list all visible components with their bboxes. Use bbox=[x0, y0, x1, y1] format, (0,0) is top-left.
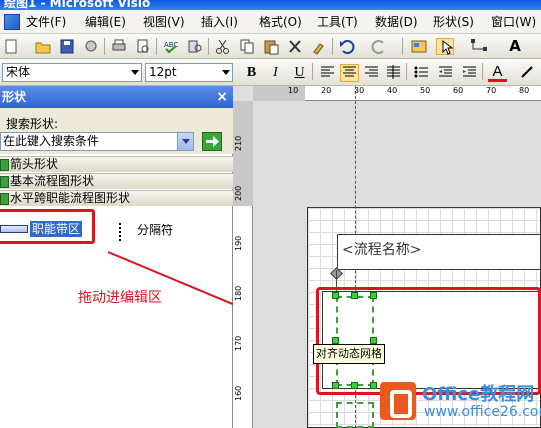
print-icon[interactable] bbox=[110, 38, 128, 55]
align-left-icon[interactable] bbox=[318, 64, 337, 82]
delete-icon[interactable] bbox=[286, 38, 304, 55]
highlight-box bbox=[316, 287, 541, 395]
menu-format[interactable]: 格式(O) bbox=[259, 13, 302, 31]
search-label: 搜索形状: bbox=[6, 117, 59, 131]
redo-icon[interactable] bbox=[370, 38, 388, 55]
functional-band-outline[interactable] bbox=[336, 402, 374, 428]
menu-edit[interactable]: 编辑(E) bbox=[85, 13, 126, 31]
menu-view[interactable]: 视图(V) bbox=[143, 13, 185, 31]
annotation-text: 拖动进编辑区 bbox=[78, 290, 162, 306]
snap-tooltip: 对齐动态网格 bbox=[313, 344, 385, 364]
stencil-label: 箭头形状 bbox=[10, 157, 59, 171]
horizontal-ruler[interactable]: 10 20 30 40 50 60 70 80 bbox=[253, 86, 541, 101]
shapes-panel-title: 形状 bbox=[2, 90, 27, 104]
vertical-ruler[interactable]: 210 200 190 180 170 160 bbox=[233, 101, 253, 428]
chevron-down-icon[interactable] bbox=[177, 133, 193, 150]
menu-file[interactable]: 文件(F) bbox=[26, 13, 66, 31]
visio-app-icon[interactable] bbox=[4, 14, 20, 30]
print-preview-icon[interactable] bbox=[134, 38, 152, 55]
line-color-icon[interactable] bbox=[518, 64, 537, 82]
search-go-button[interactable] bbox=[202, 132, 222, 151]
spelling-icon[interactable]: ABC bbox=[162, 38, 180, 55]
search-placeholder: 在此键入搜索条件 bbox=[3, 134, 100, 148]
stencil-label: 水平跨职能流程图形状 bbox=[10, 191, 131, 205]
menu-tools[interactable]: 工具(T) bbox=[317, 13, 358, 31]
standard-toolbar: ABC A bbox=[0, 34, 541, 59]
copy-icon[interactable] bbox=[238, 38, 256, 55]
separator-shape-icon[interactable] bbox=[119, 223, 121, 241]
stencil-cross-functional[interactable]: 水平跨职能流程图形状 bbox=[0, 190, 233, 206]
pointer-tool-icon[interactable] bbox=[436, 38, 454, 55]
shapes-panel-header: 形状 × bbox=[0, 86, 233, 108]
ruler-label: 200 bbox=[234, 185, 243, 201]
format-painter-icon[interactable] bbox=[310, 38, 328, 55]
highlight-box bbox=[0, 209, 95, 244]
ruler-label: 10 bbox=[288, 86, 299, 95]
arrow-right-icon bbox=[206, 136, 219, 147]
menu-window[interactable]: 窗口(W) bbox=[491, 13, 536, 31]
cut-icon[interactable] bbox=[214, 38, 232, 55]
drawing-area[interactable]: 10 20 30 40 50 60 70 80 210 200 190 180 … bbox=[233, 86, 541, 428]
font-name-select[interactable]: 宋体 bbox=[2, 63, 142, 82]
ruler-label: 80 bbox=[519, 86, 530, 95]
justify-icon[interactable] bbox=[384, 64, 403, 82]
ruler-label: 180 bbox=[234, 285, 243, 301]
watermark-url: www.office26.com bbox=[424, 404, 541, 420]
office-logo-icon bbox=[380, 382, 416, 420]
connector-tool-icon[interactable] bbox=[470, 38, 488, 55]
ruler-label: 190 bbox=[234, 235, 243, 251]
ruler-label: 40 bbox=[387, 86, 398, 95]
open-folder-icon[interactable] bbox=[34, 38, 52, 55]
new-document-icon[interactable] bbox=[2, 38, 20, 55]
font-size-value: 12pt bbox=[149, 65, 177, 79]
font-size-select[interactable]: 12pt bbox=[145, 63, 233, 82]
bold-button[interactable]: B bbox=[242, 64, 261, 82]
menu-insert[interactable]: 插入(I) bbox=[201, 13, 238, 31]
menu-data[interactable]: 数据(D) bbox=[375, 13, 418, 31]
increase-indent-icon[interactable] bbox=[460, 64, 479, 82]
align-right-icon[interactable] bbox=[362, 64, 381, 82]
text-tool-icon[interactable]: A bbox=[506, 38, 524, 55]
close-icon[interactable]: × bbox=[216, 86, 228, 108]
formatting-toolbar: 宋体 12pt B I U A bbox=[0, 59, 541, 86]
title-bar: 绘图1 - Microsoft Visio bbox=[0, 0, 541, 10]
watermark-brand: Office教程网 bbox=[422, 384, 535, 405]
paste-icon[interactable] bbox=[262, 38, 280, 55]
decrease-indent-icon[interactable] bbox=[436, 64, 455, 82]
ruler-label: 170 bbox=[234, 335, 243, 351]
bullets-icon[interactable] bbox=[412, 64, 431, 82]
research-icon[interactable] bbox=[186, 38, 204, 55]
search-input[interactable]: 在此键入搜索条件 bbox=[0, 132, 194, 151]
stencil-label: 基本流程图形状 bbox=[10, 174, 95, 188]
ruler-label: 160 bbox=[234, 385, 243, 401]
separator-label[interactable]: 分隔符 bbox=[137, 221, 173, 238]
undo-icon[interactable] bbox=[338, 38, 356, 55]
shapes-window-icon[interactable] bbox=[410, 38, 428, 55]
save-icon[interactable] bbox=[58, 38, 76, 55]
permission-icon[interactable] bbox=[82, 38, 100, 55]
font-color-icon[interactable]: A bbox=[488, 64, 507, 82]
underline-button[interactable]: U bbox=[290, 64, 309, 82]
ruler-label: 60 bbox=[453, 86, 464, 95]
italic-button[interactable]: I bbox=[266, 64, 285, 82]
menu-bar: 文件(F) 编辑(E) 视图(V) 插入(I) 格式(O) 工具(T) 数据(D… bbox=[0, 10, 541, 34]
ruler-label: 70 bbox=[486, 86, 497, 95]
svg-text:ABC: ABC bbox=[164, 41, 178, 49]
window-title: 绘图1 - Microsoft Visio bbox=[4, 0, 151, 10]
shapes-panel: 形状 × 搜索形状: 在此键入搜索条件 箭头形状 基本流程图形状 水平跨职能流程… bbox=[0, 86, 233, 428]
font-name-value: 宋体 bbox=[6, 65, 31, 79]
ruler-label: 20 bbox=[321, 86, 332, 95]
menu-shape[interactable]: 形状(S) bbox=[433, 13, 474, 31]
search-area: 搜索形状: 在此键入搜索条件 bbox=[0, 108, 233, 154]
ruler-label: 210 bbox=[234, 135, 243, 151]
watermark: Office教程网 www.office26.com bbox=[378, 380, 541, 428]
process-title-shape[interactable]: <流程名称> bbox=[337, 234, 541, 270]
stencil-basic-flowchart[interactable]: 基本流程图形状 bbox=[0, 173, 233, 189]
stencil-arrow-shapes[interactable]: 箭头形状 bbox=[0, 156, 233, 172]
ruler-label: 50 bbox=[420, 86, 431, 95]
align-center-icon[interactable] bbox=[340, 64, 359, 82]
